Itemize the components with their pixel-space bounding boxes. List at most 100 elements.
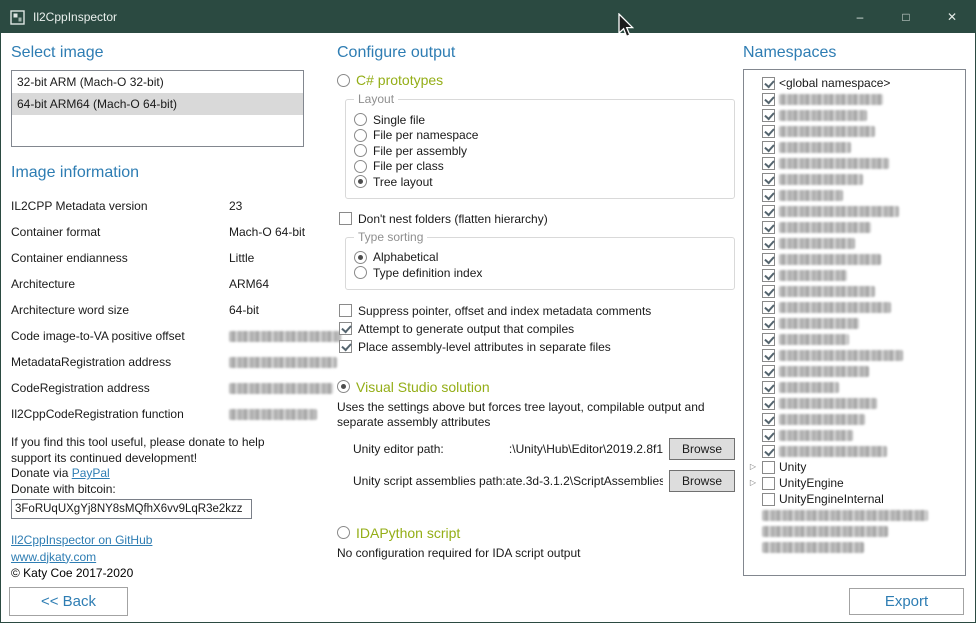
unity-editor-browse-button[interactable]: Browse	[669, 438, 735, 460]
radio-button[interactable]	[337, 74, 350, 87]
checkbox[interactable]	[762, 381, 775, 394]
namespace-row[interactable]: UnityEngineInternal	[748, 491, 965, 507]
namespace-row[interactable]	[748, 427, 965, 443]
namespace-row[interactable]	[748, 379, 965, 395]
paypal-link[interactable]: PayPal	[72, 466, 110, 480]
checkbox[interactable]	[762, 77, 775, 90]
checkbox[interactable]	[762, 173, 775, 186]
layout-option[interactable]: Tree layout	[354, 174, 724, 190]
csharp-prototypes-option[interactable]: C# prototypes	[337, 71, 735, 89]
checkbox[interactable]	[339, 212, 352, 225]
layout-option[interactable]: File per class	[354, 159, 724, 175]
checkbox[interactable]	[762, 317, 775, 330]
checkbox[interactable]	[762, 93, 775, 106]
namespace-row[interactable]	[748, 171, 965, 187]
option-checkbox-row[interactable]: Attempt to generate output that compiles	[339, 320, 735, 338]
option-checkbox-row[interactable]: Place assembly-level attributes in separ…	[339, 338, 735, 356]
checkbox[interactable]	[762, 109, 775, 122]
image-list-item[interactable]: 32-bit ARM (Mach-O 32-bit)	[12, 71, 303, 93]
radio-button[interactable]	[337, 526, 350, 539]
namespace-row[interactable]	[748, 203, 965, 219]
option-checkbox-row[interactable]: Suppress pointer, offset and index metad…	[339, 302, 735, 320]
checkbox[interactable]	[762, 141, 775, 154]
namespace-row[interactable]	[748, 107, 965, 123]
checkbox[interactable]	[762, 221, 775, 234]
radio-button[interactable]	[337, 380, 350, 393]
image-listbox[interactable]: 32-bit ARM (Mach-O 32-bit)64-bit ARM64 (…	[11, 70, 304, 147]
radio-button[interactable]	[354, 129, 367, 142]
layout-option[interactable]: File per assembly	[354, 143, 724, 159]
namespace-row[interactable]	[748, 123, 965, 139]
radio-button[interactable]	[354, 113, 367, 126]
radio-button[interactable]	[354, 175, 367, 188]
checkbox[interactable]	[762, 461, 775, 474]
namespace-row[interactable]	[748, 507, 965, 523]
checkbox[interactable]	[339, 340, 352, 353]
close-button[interactable]: ✕	[929, 1, 975, 33]
namespace-row[interactable]	[748, 139, 965, 155]
namespace-row[interactable]	[748, 251, 965, 267]
checkbox[interactable]	[762, 253, 775, 266]
namespace-row[interactable]	[748, 411, 965, 427]
namespace-row[interactable]	[748, 443, 965, 459]
checkbox[interactable]	[762, 349, 775, 362]
radio-button[interactable]	[354, 251, 367, 264]
idapython-option[interactable]: IDAPython script	[337, 524, 735, 542]
layout-option[interactable]: File per namespace	[354, 128, 724, 144]
namespace-row[interactable]	[748, 155, 965, 171]
radio-button[interactable]	[354, 160, 367, 173]
checkbox[interactable]	[762, 365, 775, 378]
checkbox[interactable]	[339, 304, 352, 317]
namespace-row[interactable]	[748, 539, 965, 555]
github-link[interactable]: Il2CppInspector on GitHub	[11, 533, 304, 549]
namespace-row[interactable]	[748, 523, 965, 539]
namespace-row[interactable]	[748, 235, 965, 251]
back-button[interactable]: << Back	[9, 587, 128, 616]
minimize-button[interactable]: –	[837, 1, 883, 33]
bitcoin-address-input[interactable]	[11, 499, 252, 519]
namespace-row[interactable]: ▷Unity	[748, 459, 965, 475]
namespaces-list[interactable]: <global namespace> ▷Unity▷UnityEngineUnit…	[743, 69, 966, 576]
namespace-row[interactable]	[748, 347, 965, 363]
namespace-row[interactable]	[748, 331, 965, 347]
checkbox[interactable]	[762, 125, 775, 138]
namespace-row[interactable]	[748, 219, 965, 235]
namespace-row[interactable]: <global namespace>	[748, 75, 965, 91]
expander-icon[interactable]: ▷	[748, 475, 758, 491]
checkbox[interactable]	[762, 237, 775, 250]
checkbox[interactable]	[762, 397, 775, 410]
radio-button[interactable]	[354, 144, 367, 157]
checkbox[interactable]	[762, 413, 775, 426]
namespace-row[interactable]	[748, 363, 965, 379]
namespace-row[interactable]	[748, 395, 965, 411]
namespace-row[interactable]	[748, 267, 965, 283]
sorting-option[interactable]: Alphabetical	[354, 250, 724, 266]
namespace-row[interactable]	[748, 187, 965, 203]
image-list-item[interactable]: 64-bit ARM64 (Mach-O 64-bit)	[12, 93, 303, 115]
checkbox[interactable]	[762, 189, 775, 202]
namespace-row[interactable]	[748, 283, 965, 299]
flatten-checkbox-row[interactable]: Don't nest folders (flatten hierarchy)	[339, 211, 735, 227]
unity-script-browse-button[interactable]: Browse	[669, 470, 735, 492]
checkbox[interactable]	[339, 322, 352, 335]
namespace-row[interactable]	[748, 315, 965, 331]
checkbox[interactable]	[762, 445, 775, 458]
maximize-button[interactable]: □	[883, 1, 929, 33]
namespace-row[interactable]	[748, 299, 965, 315]
radio-button[interactable]	[354, 266, 367, 279]
namespace-row[interactable]	[748, 91, 965, 107]
checkbox[interactable]	[762, 333, 775, 346]
namespace-row[interactable]: ▷UnityEngine	[748, 475, 965, 491]
export-button[interactable]: Export	[849, 588, 964, 615]
checkbox[interactable]	[762, 301, 775, 314]
checkbox[interactable]	[762, 269, 775, 282]
visual-studio-option[interactable]: Visual Studio solution	[337, 378, 735, 396]
checkbox[interactable]	[762, 493, 775, 506]
layout-option[interactable]: Single file	[354, 112, 724, 128]
checkbox[interactable]	[762, 157, 775, 170]
checkbox[interactable]	[762, 285, 775, 298]
titlebar[interactable]: Il2CppInspector – □ ✕	[1, 1, 975, 33]
sorting-option[interactable]: Type definition index	[354, 265, 724, 281]
checkbox[interactable]	[762, 429, 775, 442]
checkbox[interactable]	[762, 477, 775, 490]
